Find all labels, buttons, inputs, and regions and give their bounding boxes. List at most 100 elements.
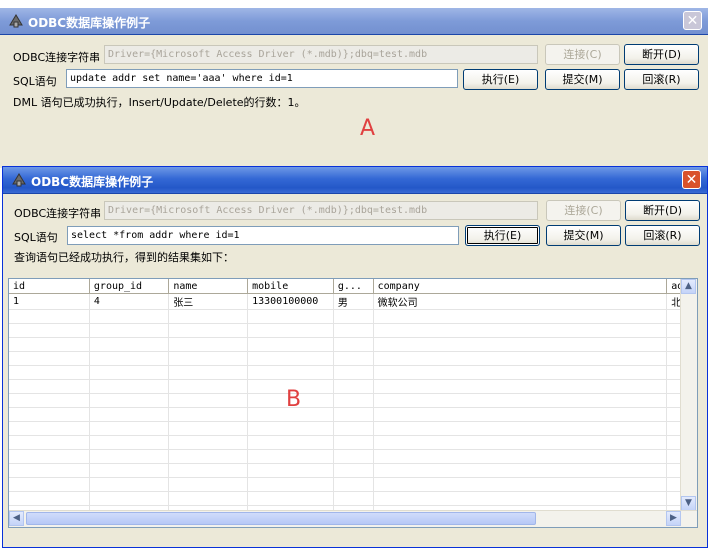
execute-button[interactable]: 执行(E) (465, 225, 540, 246)
scroll-down-icon[interactable]: ▼ (681, 496, 696, 511)
cell (333, 491, 374, 506)
connect-button[interactable]: 连接(C) (545, 44, 620, 65)
cell (89, 407, 170, 422)
table-row (9, 379, 697, 394)
disconnect-button[interactable]: 断开(D) (625, 200, 700, 221)
cell (373, 407, 668, 422)
scroll-up-icon[interactable]: ▲ (681, 279, 696, 294)
cell: 4 (89, 293, 170, 310)
cell (9, 435, 90, 450)
sql-input[interactable]: update addr set name='aaa' where id=1 (66, 69, 458, 88)
cell (247, 491, 334, 506)
sql-label: SQL语句 (13, 75, 57, 88)
conn-string-field[interactable]: Driver={Microsoft Access Driver (*.mdb)}… (104, 45, 538, 64)
cell (9, 421, 90, 436)
cell (168, 323, 249, 338)
table-row[interactable]: 1 4 张三 13300100000 男 微软公司 北 (9, 293, 697, 310)
cell (89, 491, 170, 506)
cell (333, 351, 374, 366)
col-header-mobile[interactable]: mobile (247, 279, 334, 294)
cell: 男 (333, 293, 374, 310)
cell (333, 393, 374, 408)
col-header-gender[interactable]: g... (333, 279, 374, 294)
conn-label: ODBC连接字符串 (14, 207, 102, 220)
cell: 张三 (168, 293, 249, 310)
status-message: DML 语句已成功执行，Insert/Update/Delete的行数：1。 (13, 96, 306, 109)
scroll-thumb[interactable] (26, 512, 536, 525)
cell (247, 323, 334, 338)
cell (9, 323, 90, 338)
cell (373, 435, 668, 450)
window-a-titlebar[interactable]: ODBC数据库操作例子 ✕ (0, 8, 708, 35)
window-b-title: ODBC数据库操作例子 (31, 175, 154, 189)
app-icon (12, 173, 26, 187)
cell (247, 477, 334, 492)
cell (9, 449, 90, 464)
cell (373, 323, 668, 338)
window-b-titlebar[interactable]: ODBC数据库操作例子 ✕ (3, 167, 707, 194)
table-row (9, 337, 697, 352)
cell: 微软公司 (373, 293, 668, 310)
table-row (9, 491, 697, 506)
window-a-title: ODBC数据库操作例子 (28, 16, 151, 30)
cell (89, 449, 170, 464)
commit-button[interactable]: 提交(M) (546, 225, 621, 246)
rollback-button[interactable]: 回滚(R) (624, 69, 699, 90)
close-icon[interactable]: ✕ (682, 170, 701, 189)
cell (168, 421, 249, 436)
table-row (9, 407, 697, 422)
cell (373, 477, 668, 492)
rollback-button[interactable]: 回滚(R) (625, 225, 700, 246)
cell (168, 337, 249, 352)
cell (9, 407, 90, 422)
cell (247, 309, 334, 324)
horizontal-scrollbar[interactable]: ◀ ▶ (9, 510, 697, 527)
cell (333, 309, 374, 324)
cell (247, 365, 334, 380)
scroll-left-icon[interactable]: ◀ (9, 511, 24, 526)
conn-string-field[interactable]: Driver={Microsoft Access Driver (*.mdb)}… (104, 201, 538, 220)
col-header-id[interactable]: id (9, 279, 90, 294)
table-row (9, 351, 697, 366)
cell (89, 421, 170, 436)
vertical-scrollbar[interactable]: ▲ ▼ (680, 279, 697, 511)
cell (333, 449, 374, 464)
sql-label: SQL语句 (14, 231, 58, 244)
cell (9, 365, 90, 380)
cell (333, 365, 374, 380)
cell (9, 393, 90, 408)
cell (373, 351, 668, 366)
col-header-company[interactable]: company (373, 279, 668, 294)
cell (373, 491, 668, 506)
scroll-right-icon[interactable]: ▶ (666, 511, 681, 526)
col-header-name[interactable]: name (168, 279, 249, 294)
cell (9, 351, 90, 366)
cell (89, 351, 170, 366)
grid-header-row: id group_id name mobile g... company ad (9, 279, 697, 294)
sql-input[interactable]: select *from addr where id=1 (67, 226, 459, 245)
cell (9, 379, 90, 394)
result-grid[interactable]: id group_id name mobile g... company ad … (8, 278, 698, 528)
cell (9, 477, 90, 492)
cell (373, 379, 668, 394)
cell (89, 323, 170, 338)
connect-button[interactable]: 连接(C) (546, 200, 621, 221)
execute-button[interactable]: 执行(E) (463, 69, 538, 90)
col-header-group-id[interactable]: group_id (89, 279, 170, 294)
cell (89, 393, 170, 408)
disconnect-button[interactable]: 断开(D) (624, 44, 699, 65)
table-row (9, 393, 697, 408)
table-row (9, 309, 697, 324)
close-icon[interactable]: ✕ (683, 11, 702, 30)
cell (168, 379, 249, 394)
cell (168, 407, 249, 422)
cell (247, 435, 334, 450)
cell (9, 463, 90, 478)
result-table: id group_id name mobile g... company ad … (9, 279, 697, 520)
commit-button[interactable]: 提交(M) (545, 69, 620, 90)
table-row (9, 477, 697, 492)
cell (373, 463, 668, 478)
window-a: ODBC数据库操作例子 ✕ ODBC连接字符串 Driver={Microsof… (0, 8, 708, 168)
table-row (9, 449, 697, 464)
cell (373, 449, 668, 464)
